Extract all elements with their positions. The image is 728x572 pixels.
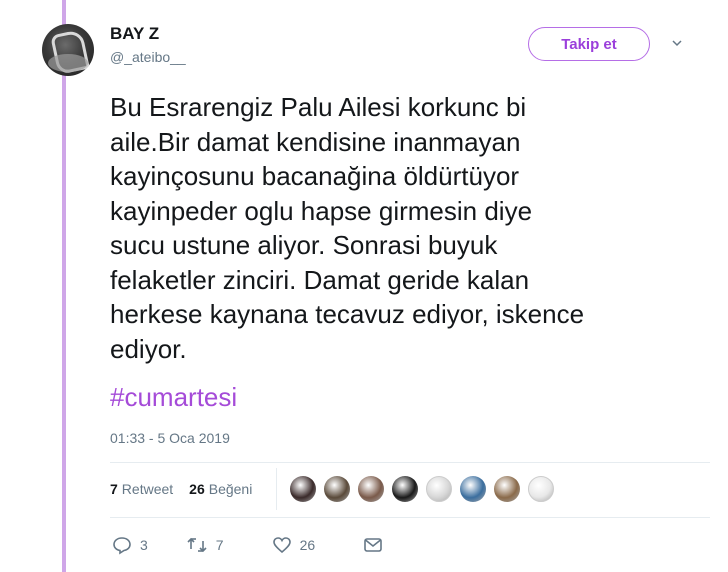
liker-avatar[interactable] <box>324 476 350 502</box>
message-action[interactable] <box>363 535 383 555</box>
liker-avatar[interactable] <box>392 476 418 502</box>
retweet-stat-label: Retweet <box>121 481 174 497</box>
reply-count: 3 <box>140 537 148 553</box>
divider <box>110 517 710 518</box>
tweet-stats: 7 Retweet 26 Beğeni <box>110 481 268 497</box>
hashtag-link[interactable]: #cumartesi <box>110 380 237 414</box>
retweet-action[interactable]: 7 <box>186 535 224 555</box>
liker-avatars <box>290 476 562 502</box>
liker-avatar[interactable] <box>358 476 384 502</box>
chevron-down-icon[interactable] <box>672 38 682 48</box>
retweet-count: 7 <box>215 537 224 553</box>
follow-button[interactable]: Takip et <box>528 27 650 61</box>
tweet-line: sucu ustune aliyor. Sonrasi buyuk <box>110 230 498 260</box>
thread-line <box>62 0 66 572</box>
heart-icon <box>272 537 291 554</box>
like-count: 26 <box>299 537 316 553</box>
tweet-line: kayinpeder oglu hapse girmesin diye <box>110 195 533 226</box>
like-stat[interactable]: 26 Beğeni <box>189 481 252 497</box>
liker-avatar[interactable] <box>494 476 520 502</box>
reply-action[interactable]: 3 <box>112 535 148 555</box>
tweet-line: herkese kaynana tecavuz ediyor, iskence <box>110 299 585 329</box>
tweet-line: Bu Esrarengiz Palu Ailesi korkunc bi <box>110 92 527 122</box>
tweet-line: kayinçosunu bacanağina öldürtüyor <box>110 161 520 191</box>
retweet-stat-count: 7 <box>110 481 118 497</box>
tweet-timestamp[interactable]: 01:33 - 5 Oca 2019 <box>110 430 230 446</box>
liker-avatar[interactable] <box>528 476 554 502</box>
tweet-line: aile.Bir damat kendisine inanmayan <box>110 126 521 157</box>
like-action[interactable]: 26 <box>272 535 316 555</box>
liker-avatar[interactable] <box>290 476 316 502</box>
tweet-line: felaketler zinciri. Damat geride kalan <box>110 264 530 295</box>
divider <box>110 462 710 463</box>
liker-avatar[interactable] <box>426 476 452 502</box>
retweet-icon <box>187 537 207 553</box>
like-stat-label: Beğeni <box>208 481 253 497</box>
avatar[interactable] <box>42 24 94 76</box>
tweet-actions: 3 7 26 <box>112 535 383 555</box>
reply-icon <box>113 537 131 555</box>
tweet-line: ediyor. <box>110 333 187 364</box>
envelope-icon <box>364 538 382 552</box>
like-stat-count: 26 <box>189 481 205 497</box>
tweet-text: Bu Esrarengiz Palu Ailesi korkunc bi ail… <box>110 90 710 366</box>
retweet-stat[interactable]: 7 Retweet <box>110 481 173 497</box>
stats-separator <box>276 468 277 510</box>
user-handle[interactable]: @_ateibo__ <box>110 49 186 65</box>
liker-avatar[interactable] <box>460 476 486 502</box>
display-name[interactable]: BAY Z <box>110 24 159 44</box>
